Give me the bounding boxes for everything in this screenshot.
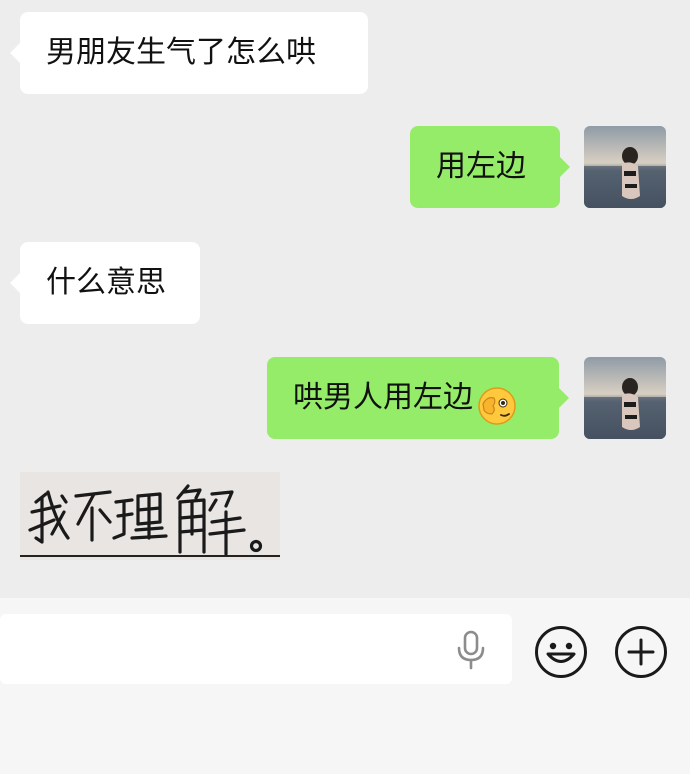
plus-circle-icon[interactable] <box>615 626 667 678</box>
microphone-icon[interactable] <box>455 630 487 670</box>
message-input[interactable] <box>0 614 512 684</box>
sender-avatar[interactable] <box>584 126 666 208</box>
avatar-image <box>584 357 666 439</box>
incoming-message-bubble[interactable]: 什么意思 <box>10 242 200 324</box>
smiley-face-icon[interactable] <box>535 626 587 678</box>
chat-message-area[interactable]: 男朋友生气了怎么哄 用左边 什么意思 哄男人用左边 <box>0 0 690 598</box>
incoming-message-bubble[interactable]: 男朋友生气了怎么哄 <box>10 12 368 94</box>
outgoing-message-bubble[interactable]: 哄男人用左边 <box>267 357 569 439</box>
message-text: 男朋友生气了怎么哄 <box>46 35 316 70</box>
message-text: 什么意思 <box>46 265 166 300</box>
face-peeking-hand-emoji <box>477 376 517 425</box>
message-text: 用左边 <box>436 149 526 184</box>
avatar-image <box>584 126 666 208</box>
chat-input-bar <box>0 598 690 774</box>
handwritten-sticker-image[interactable] <box>20 472 280 560</box>
outgoing-message-bubble[interactable]: 用左边 <box>410 126 570 208</box>
message-text: 哄男人用左边 <box>293 380 473 415</box>
sender-avatar[interactable] <box>584 357 666 439</box>
handwriting-drawing <box>20 472 280 560</box>
